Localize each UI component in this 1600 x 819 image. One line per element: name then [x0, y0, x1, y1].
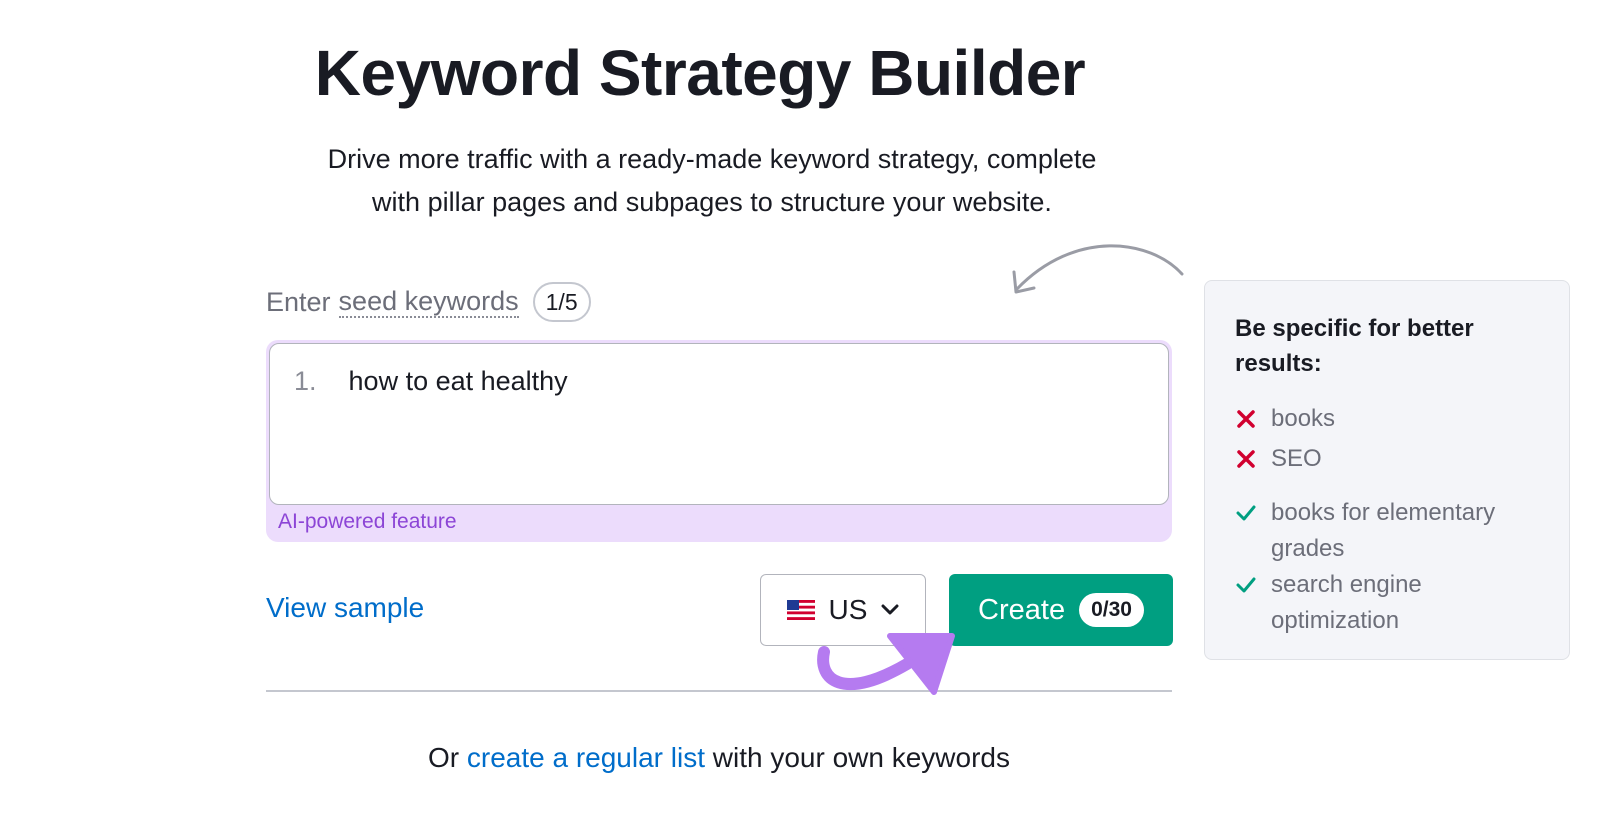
good-example-item: books for elementary grades	[1235, 495, 1539, 567]
page-title: Keyword Strategy Builder	[314, 37, 1086, 109]
bad-example-item: SEO	[1235, 441, 1539, 481]
seed-keywords-input[interactable]: 1. how to eat healthy	[269, 343, 1169, 505]
seed-keywords-label: Enter seed keywords 1/5	[266, 282, 591, 322]
keyword-count-badge: 1/5	[532, 282, 591, 322]
curved-arrow-icon	[1012, 244, 1184, 294]
keyword-line-text[interactable]: how to eat healthy	[349, 366, 568, 482]
create-button[interactable]: Create 0/30	[949, 574, 1173, 646]
cross-icon	[1235, 401, 1261, 441]
us-flag-icon	[786, 600, 815, 620]
country-code: US	[828, 594, 868, 625]
good-example-item: search engine optimization	[1235, 567, 1539, 639]
regular-list-prefix: Or	[427, 742, 460, 773]
view-sample-link[interactable]: View sample	[266, 592, 424, 624]
create-regular-list-link[interactable]: create a regular list	[467, 742, 705, 773]
page-subtitle: Drive more traffic with a ready-made key…	[262, 138, 1162, 224]
create-button-label: Create	[978, 593, 1066, 626]
seed-keywords-container: 1. how to eat healthy AI-powered feature	[266, 340, 1172, 542]
subtitle-line-2: with pillar pages and subpages to struct…	[372, 187, 1052, 217]
regular-list-suffix: with your own keywords	[712, 742, 1010, 773]
seed-keywords-tooltip-link[interactable]: seed keywords	[338, 286, 519, 318]
check-icon	[1235, 495, 1261, 567]
bad-example-item: books	[1235, 401, 1539, 441]
create-limit-badge: 0/30	[1079, 593, 1144, 627]
section-divider	[266, 690, 1172, 692]
check-icon	[1235, 567, 1261, 639]
tips-title: Be specific for better results:	[1235, 315, 1474, 377]
chevron-down-icon	[881, 604, 899, 615]
tips-list: books SEO books for elementary grades se…	[1235, 401, 1539, 639]
subtitle-line-1: Drive more traffic with a ready-made key…	[327, 144, 1097, 174]
good-example-text: books for elementary grades	[1271, 499, 1496, 562]
tips-panel: Be specific for better results: books SE…	[1204, 280, 1570, 660]
bad-example-text: SEO	[1271, 445, 1322, 472]
seed-label-prefix: Enter	[266, 286, 331, 317]
keyword-line-number: 1.	[294, 366, 317, 396]
ai-powered-label: AI-powered feature	[278, 510, 457, 533]
purple-pointer-arrow-icon	[817, 633, 955, 695]
bad-example-text: books	[1271, 405, 1336, 432]
cross-icon	[1235, 441, 1261, 481]
good-example-text: search engine optimization	[1271, 571, 1422, 634]
regular-list-prompt: Or create a regular list with your own k…	[266, 742, 1172, 774]
